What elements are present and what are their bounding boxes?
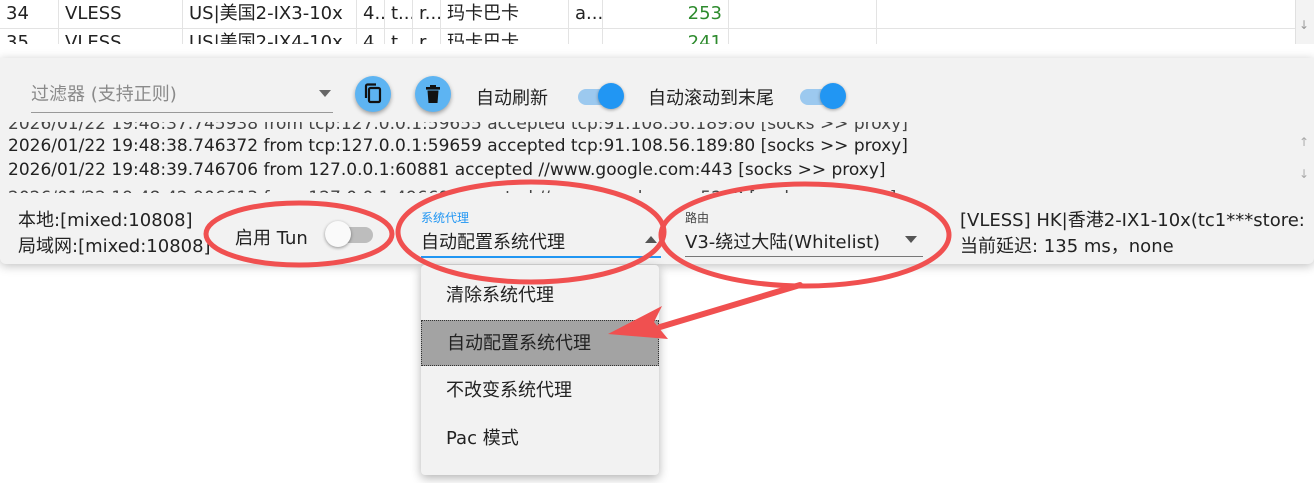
toggle-thumb (820, 83, 846, 109)
scroll-down-icon[interactable]: ↓ (1299, 167, 1309, 181)
system-proxy-select[interactable]: 系统代理 自动配置系统代理 (421, 208, 661, 258)
system-proxy-label: 系统代理 (421, 211, 470, 225)
log-line: 2026/01/22 19:48:42.906613 from 127.0.0.… (8, 183, 896, 193)
cell-latency: 241 (603, 29, 729, 44)
cell-address: 4.. (357, 0, 385, 28)
cell-type: VLESS (59, 29, 183, 44)
cell-group: 玛卡巴卡 (441, 0, 569, 28)
current-server-name: [VLESS] HK|香港2-IX1-10x(tc1***store: (960, 210, 1305, 231)
menu-item-auto-proxy[interactable]: 自动配置系统代理 (421, 320, 659, 366)
cell-security: r... (413, 0, 441, 28)
chevron-up-icon (645, 236, 657, 243)
auto-scroll-label: 自动滚动到末尾 (648, 88, 774, 109)
log-line: 2026/01/22 19:48:38.746372 from tcp:127.… (8, 136, 908, 156)
filter-combobox[interactable] (31, 78, 333, 113)
routing-value: V3-绕过大陆(Whitelist) (685, 232, 881, 253)
lan-port-text: 局域网:[mixed:10808] (18, 236, 211, 257)
scroll-down-icon[interactable]: ↓ (1299, 18, 1309, 32)
filter-input[interactable] (31, 80, 301, 108)
table-scrollbar[interactable]: ↓ (1295, 0, 1314, 44)
local-port-text: 本地:[mixed:10808] (18, 210, 193, 231)
server-table: 34 VLESS US|美国2-IX3-10x 4.. t... r... 玛卡… (0, 0, 1314, 44)
toggle-thumb (325, 221, 351, 247)
trash-icon (426, 85, 440, 103)
table-row[interactable]: 34 VLESS US|美国2-IX3-10x 4.. t... r... 玛卡… (0, 0, 1295, 29)
system-proxy-menu: 清除系统代理 自动配置系统代理 不改变系统代理 Pac 模式 (421, 265, 659, 475)
auto-scroll-toggle[interactable] (798, 83, 846, 109)
scroll-up-icon[interactable]: ↑ (1299, 135, 1309, 149)
cell-index: 35 (0, 29, 59, 44)
cell-group: 玛卡巴卡 (441, 29, 569, 44)
cell-name: US|美国2-IX4-10x (183, 29, 357, 44)
cell-extra (569, 29, 603, 44)
auto-refresh-toggle[interactable] (576, 83, 624, 109)
cell-extra: a... (569, 0, 603, 28)
menu-item-clear-proxy[interactable]: 清除系统代理 (421, 273, 659, 319)
routing-select[interactable]: 路由 V3-绕过大陆(Whitelist) (685, 208, 923, 257)
menu-item-keep-proxy[interactable]: 不改变系统代理 (421, 368, 659, 414)
toggle-thumb (598, 83, 624, 109)
listen-status: 本地:[mixed:10808] 局域网:[mixed:10808] (18, 208, 211, 260)
cell-network: t... (385, 29, 413, 44)
log-scrollbar[interactable]: ↑ ↓ (1296, 131, 1314, 187)
current-latency: 当前延迟: 135 ms，none (960, 236, 1174, 257)
auto-refresh-label: 自动刷新 (476, 88, 548, 109)
cell-latency: 253 (603, 0, 729, 28)
cell-empty (729, 29, 877, 44)
clear-log-button[interactable] (415, 76, 451, 112)
cell-security: r... (413, 29, 441, 44)
tun-toggle[interactable] (325, 221, 375, 247)
copy-button[interactable] (355, 76, 391, 112)
cell-type: VLESS (59, 0, 183, 28)
chevron-down-icon[interactable] (319, 90, 331, 97)
system-proxy-value: 自动配置系统代理 (421, 232, 565, 253)
chevron-down-icon (905, 236, 917, 243)
log-line: 2026/01/22 19:48:37.745938 from tcp:127.… (8, 122, 908, 132)
cell-empty (729, 0, 877, 28)
copy-icon (364, 83, 382, 104)
cell-address: 4.. (357, 29, 385, 44)
routing-label: 路由 (685, 211, 710, 225)
cell-index: 34 (0, 0, 59, 28)
cell-name: US|美国2-IX3-10x (183, 0, 357, 28)
tun-label: 启用 Tun (235, 228, 308, 249)
table-row[interactable]: 35 VLESS US|美国2-IX4-10x 4.. t... r... 玛卡… (0, 29, 1295, 44)
cell-network: t... (385, 0, 413, 28)
current-server-info: [VLESS] HK|香港2-IX1-10x(tc1***store: 当前延迟… (960, 208, 1314, 260)
log-panel: 自动刷新 自动滚动到末尾 2026/01/22 19:48:37.745938 … (0, 58, 1314, 264)
log-line: 2026/01/22 19:48:39.746706 from 127.0.0.… (8, 160, 886, 180)
annotation-arrow-line (657, 282, 803, 330)
menu-item-pac-mode[interactable]: Pac 模式 (421, 416, 659, 462)
